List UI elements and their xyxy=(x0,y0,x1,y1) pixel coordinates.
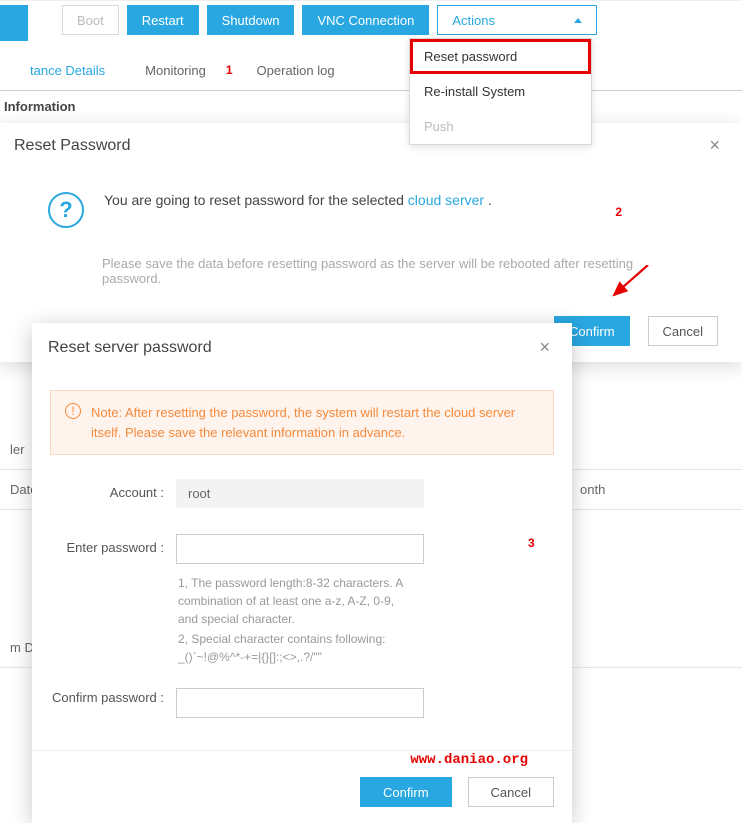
account-label: Account : xyxy=(50,479,164,500)
information-heading: Information xyxy=(0,87,742,114)
tabs-bar: tance Details Monitoring 1 Operation log xyxy=(0,45,742,91)
enter-password-row: Enter password : xyxy=(32,512,572,568)
confirm-password-row: Confirm password : xyxy=(32,666,572,722)
menu-push: Push xyxy=(410,109,591,144)
modal2-header: Reset server password × xyxy=(32,323,572,372)
modal2-title: Reset server password xyxy=(48,339,212,357)
caret-up-icon xyxy=(574,18,582,23)
arrow-annotation-icon xyxy=(608,265,656,305)
confirm-password-label: Confirm password : xyxy=(50,688,164,709)
cloud-server-link[interactable]: cloud server xyxy=(408,192,484,208)
menu-reinstall-system[interactable]: Re-install System xyxy=(410,74,591,109)
password-hint-2: 2, Special character contains following:… xyxy=(32,628,412,666)
msg-part-b: . xyxy=(484,192,492,208)
tab-monitoring[interactable]: Monitoring xyxy=(145,63,206,78)
enter-password-label: Enter password : xyxy=(50,534,164,555)
tab-operation-log[interactable]: Operation log xyxy=(257,63,335,78)
annotation-3: 3 xyxy=(528,536,535,550)
logo-block xyxy=(0,5,28,41)
question-icon: ? xyxy=(48,192,84,228)
warning-icon: ! xyxy=(65,403,81,419)
warning-note: ! Note: After resetting the password, th… xyxy=(50,390,554,455)
confirm-password-input[interactable] xyxy=(176,688,424,718)
confirm-button[interactable]: Confirm xyxy=(360,777,452,807)
note-text: After resetting the password, the system… xyxy=(91,405,515,440)
bg-row2-val: onth xyxy=(580,482,605,497)
close-icon[interactable]: × xyxy=(703,133,726,158)
modal1-title: Reset Password xyxy=(14,137,131,155)
account-value: root xyxy=(176,479,424,508)
actions-label: Actions xyxy=(452,13,495,28)
top-toolbar: Boot Restart Shutdown VNC Connection Act… xyxy=(0,0,742,41)
annotation-2: 2 xyxy=(615,205,622,219)
reset-server-password-modal: Reset server password × ! Note: After re… xyxy=(32,323,572,823)
menu-reset-password[interactable]: Reset password xyxy=(410,39,591,74)
note-label: Note: xyxy=(91,405,122,420)
close-icon[interactable]: × xyxy=(533,335,556,360)
cancel-button[interactable]: Cancel xyxy=(648,316,718,346)
boot-button: Boot xyxy=(62,5,119,35)
msg-part-a: You are going to reset password for the … xyxy=(104,192,408,208)
shutdown-button[interactable]: Shutdown xyxy=(207,5,295,35)
bg-row1-label: ler xyxy=(10,442,24,457)
watermark-text: www.daniao.org xyxy=(410,752,528,768)
actions-dropdown: Reset password Re-install System Push xyxy=(409,38,592,145)
modal1-message: You are going to reset password for the … xyxy=(104,192,492,228)
password-hint-1: 1, The password length:8-32 characters. … xyxy=(32,568,412,628)
actions-dropdown-button[interactable]: Actions xyxy=(437,5,597,35)
modal1-header: Reset Password × xyxy=(0,123,742,170)
restart-button[interactable]: Restart xyxy=(127,5,199,35)
password-input[interactable] xyxy=(176,534,424,564)
tab-instance-details[interactable]: tance Details xyxy=(30,63,105,78)
annotation-1: 1 xyxy=(226,63,233,78)
account-row: Account : root xyxy=(32,467,572,512)
cancel-button[interactable]: Cancel xyxy=(468,777,554,807)
vnc-button[interactable]: VNC Connection xyxy=(302,5,429,35)
modal1-body: ? You are going to reset password for th… xyxy=(0,170,742,238)
